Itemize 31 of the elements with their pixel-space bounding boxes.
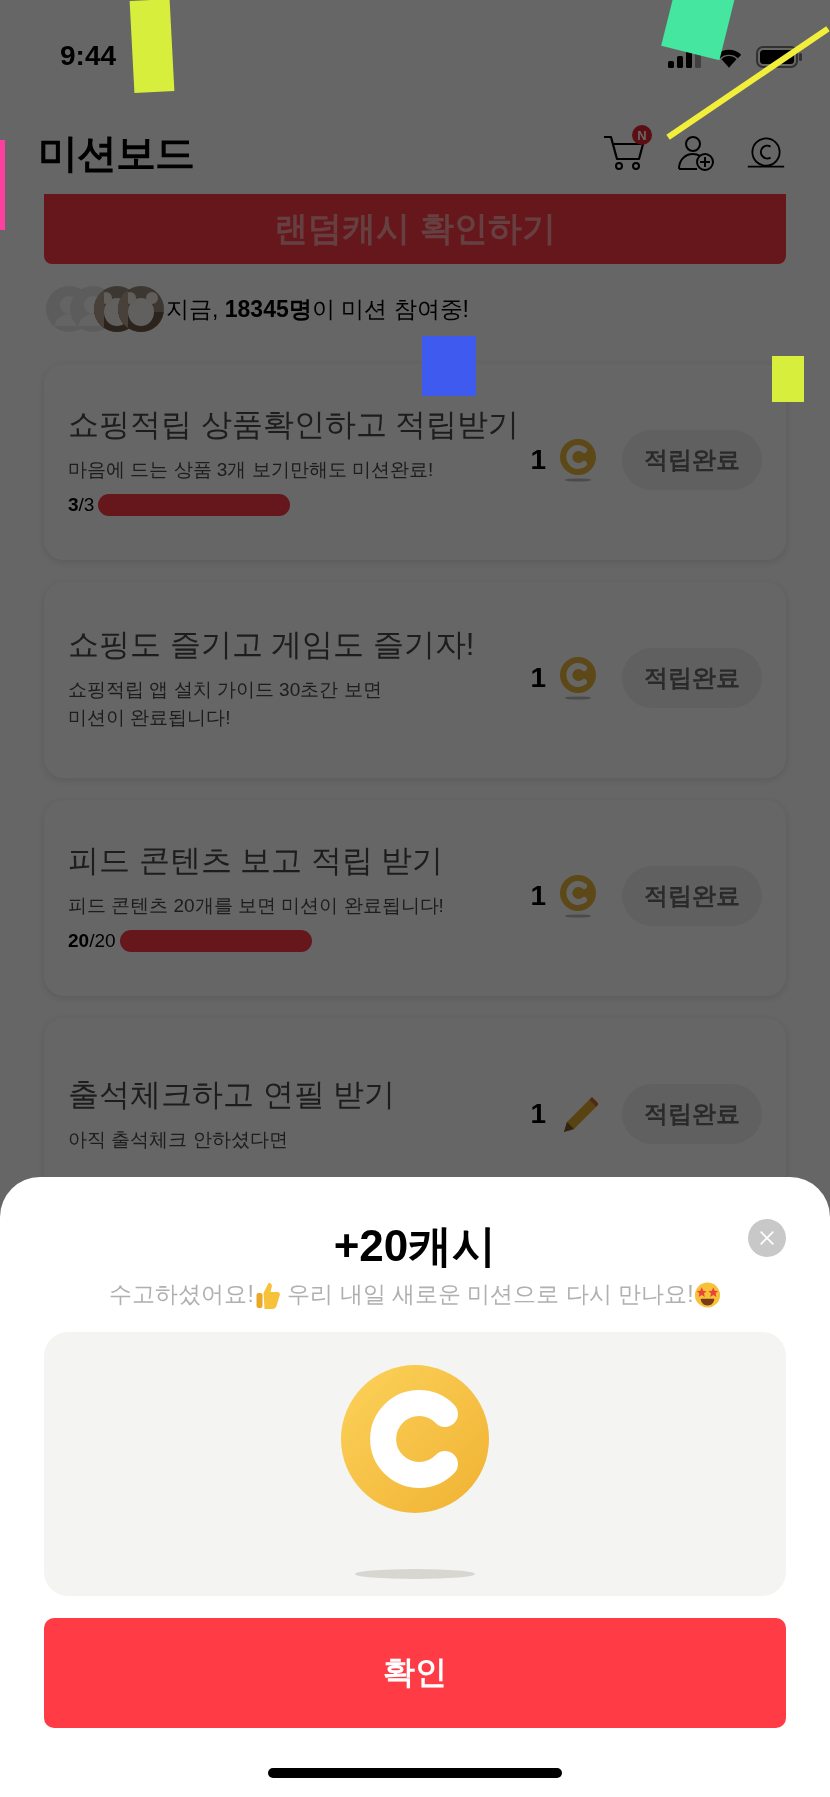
mission-title: 피드 콘텐츠 보고 적립 받기	[68, 841, 445, 880]
coin-icon	[558, 874, 598, 918]
mission-title: 쇼핑도 즐기고 게임도 즐기자!	[68, 625, 476, 664]
confetti-piece	[772, 356, 804, 402]
mission-title: 출석체크하고 연필 받기	[68, 1075, 397, 1114]
message-text: 우리 내일 새로운 미션으로 다시 만나요!	[286, 1280, 694, 1309]
add-user-icon[interactable]	[676, 133, 716, 173]
participants-text: 지금, 18345명이 미션 참여중!	[166, 294, 469, 324]
mission-description: 피드 콘텐츠 20개를 보면 미션이 완료됩니다!	[68, 893, 445, 918]
close-icon	[758, 1229, 776, 1247]
mission-description: 마음에 드는 상품 3개 보기만해도 미션완료!	[68, 457, 435, 482]
coin-icon	[558, 656, 598, 700]
progress-count: 3/3	[68, 494, 95, 517]
reward-amount: 1	[530, 880, 546, 912]
new-badge: N	[632, 125, 652, 145]
confirm-button[interactable]: 확인	[44, 1618, 786, 1728]
reward-amount: 1	[530, 662, 546, 694]
progress-count: 20/20	[68, 930, 116, 953]
confetti-piece	[422, 336, 476, 396]
reward-title: +20캐시	[333, 1220, 497, 1272]
mission-description: 아직 출석체크 안하셨다면	[68, 1127, 289, 1152]
message-text: 수고하셨어요!	[109, 1280, 254, 1309]
status-time: 9:44	[60, 40, 117, 72]
reward-amount: 1	[530, 1098, 546, 1130]
mission-description: 쇼핑적립 앱 설치 가이드 30초간 보면 미션이 완료됩니다!	[68, 677, 383, 730]
cart-icon[interactable]	[602, 133, 646, 173]
page-title: 미션보드	[38, 129, 194, 177]
star-eyes-face-icon	[693, 1280, 721, 1309]
reward-amount: 1	[530, 444, 546, 476]
mission-title: 쇼핑적립 상품확인하고 적립받기	[68, 405, 521, 444]
coin-icon	[558, 438, 598, 482]
